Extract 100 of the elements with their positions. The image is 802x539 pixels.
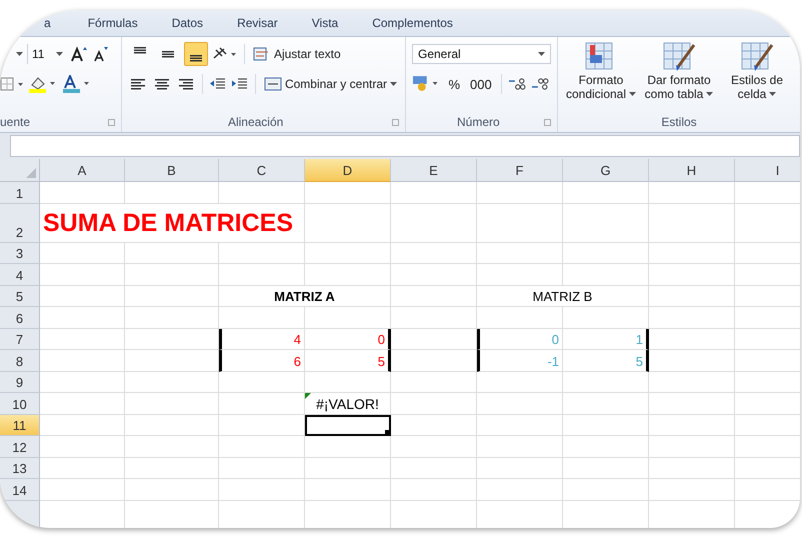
row-header[interactable]: 12 (0, 436, 40, 458)
table-cell[interactable] (125, 182, 219, 204)
table-cell[interactable] (477, 204, 563, 242)
table-cell[interactable] (219, 393, 305, 414)
table-cell[interactable] (649, 350, 735, 372)
borders-icon[interactable] (0, 77, 24, 91)
style-button[interactable]: Formato condicional (564, 41, 638, 101)
row-header[interactable]: 11 (0, 414, 40, 436)
table-cell[interactable] (40, 458, 125, 479)
table-cell[interactable] (40, 242, 125, 264)
table-cell[interactable] (40, 436, 125, 458)
table-cell[interactable] (563, 204, 649, 242)
ribbon-tab[interactable]: Complementos (355, 16, 470, 30)
table-cell[interactable] (125, 458, 219, 479)
table-cell[interactable] (219, 414, 305, 436)
thousands-button[interactable]: 000 (467, 76, 495, 92)
caret-icon[interactable] (56, 52, 64, 56)
table-cell[interactable] (391, 204, 477, 242)
table-cell[interactable] (40, 182, 125, 204)
table-cell[interactable] (563, 264, 649, 286)
table-cell[interactable] (219, 182, 305, 204)
table-cell[interactable] (40, 286, 125, 307)
table-cell[interactable]: 4 (219, 328, 305, 350)
merge-cells-icon[interactable] (264, 77, 282, 91)
table-cell[interactable] (219, 264, 305, 286)
table-cell[interactable] (563, 458, 649, 479)
table-cell[interactable] (563, 242, 649, 264)
dialog-launcher-icon[interactable] (544, 118, 551, 126)
table-cell[interactable] (391, 286, 477, 307)
caret-icon[interactable] (706, 92, 714, 96)
cell-brush-icon[interactable] (740, 41, 774, 73)
table-cell[interactable]: 5 (305, 350, 391, 372)
selected-cell[interactable] (305, 414, 391, 436)
table-cell[interactable] (125, 393, 219, 414)
row-header[interactable]: 14 (0, 479, 40, 500)
table-cell[interactable] (305, 436, 391, 458)
table-cell[interactable] (40, 307, 125, 328)
table-cell[interactable] (125, 372, 219, 393)
fill-color-icon[interactable] (28, 75, 58, 93)
table-cell[interactable] (563, 307, 649, 328)
column-header[interactable]: C (219, 159, 305, 182)
font-color-icon[interactable] (62, 75, 92, 93)
table-cell[interactable] (125, 479, 219, 500)
table-cell[interactable] (40, 372, 125, 393)
table-cell[interactable] (649, 436, 735, 458)
table-cell[interactable] (649, 479, 735, 500)
row-header[interactable]: 4 (0, 264, 40, 286)
table-cell[interactable] (305, 242, 391, 264)
table-cell[interactable] (219, 436, 305, 458)
table-cell[interactable] (305, 307, 391, 328)
table-cell[interactable] (125, 328, 219, 350)
column-header[interactable]: D (305, 159, 391, 182)
table-cell[interactable] (563, 372, 649, 393)
table-cell[interactable] (649, 264, 735, 286)
table-cell[interactable] (391, 458, 477, 479)
table-cell[interactable] (391, 393, 477, 414)
caret-icon[interactable] (769, 92, 776, 96)
caret-icon[interactable] (390, 82, 397, 86)
table-cell[interactable] (125, 286, 219, 307)
table-cell[interactable] (477, 372, 563, 393)
table-cell[interactable] (649, 414, 735, 436)
table-cell[interactable]: MATRIZ A (219, 286, 391, 307)
table-cell[interactable] (305, 458, 391, 479)
table-cell[interactable] (125, 414, 219, 436)
column-header[interactable]: G (563, 159, 649, 182)
table-cell[interactable] (391, 372, 477, 393)
table-cell[interactable] (125, 264, 219, 286)
ribbon-tab[interactable]: Vista (294, 16, 356, 30)
table-cell[interactable] (563, 479, 649, 500)
percent-button[interactable]: % (445, 76, 464, 92)
column-header[interactable]: E (391, 159, 477, 182)
table-cell[interactable] (219, 479, 305, 500)
table-cell[interactable] (477, 479, 563, 500)
table-cell[interactable] (477, 458, 563, 479)
table-cell[interactable] (40, 350, 125, 372)
table-cell[interactable]: MATRIZ B (477, 286, 649, 307)
ribbon-tab[interactable]: a (44, 16, 71, 30)
ribbon-tab[interactable]: Datos (154, 16, 220, 30)
ribbon-tab[interactable]: Fórmulas (70, 16, 155, 30)
style-button[interactable]: Estilos de celda (720, 41, 794, 101)
row-header[interactable]: 3 (0, 242, 40, 264)
wrap-text-icon[interactable] (252, 47, 271, 61)
shrink-font-icon[interactable] (93, 46, 110, 62)
table-cell[interactable] (477, 242, 563, 264)
row-header[interactable]: 6 (0, 307, 40, 328)
table-cell[interactable] (305, 372, 391, 393)
table-cell[interactable] (40, 393, 125, 414)
table-cell[interactable] (125, 436, 219, 458)
row-header[interactable]: 7 (0, 328, 40, 350)
table-cell[interactable] (391, 264, 477, 286)
table-cell[interactable] (563, 182, 649, 204)
table-cell[interactable] (305, 479, 391, 500)
table-brush-icon[interactable] (662, 41, 696, 73)
caret-icon[interactable] (16, 52, 23, 56)
row-header[interactable]: 5 (0, 286, 40, 307)
table-cell[interactable] (477, 307, 563, 328)
table-cell[interactable] (219, 307, 305, 328)
table-cell[interactable] (391, 242, 477, 264)
table-cell[interactable]: 6 (219, 350, 305, 372)
caret-icon[interactable] (538, 52, 545, 56)
